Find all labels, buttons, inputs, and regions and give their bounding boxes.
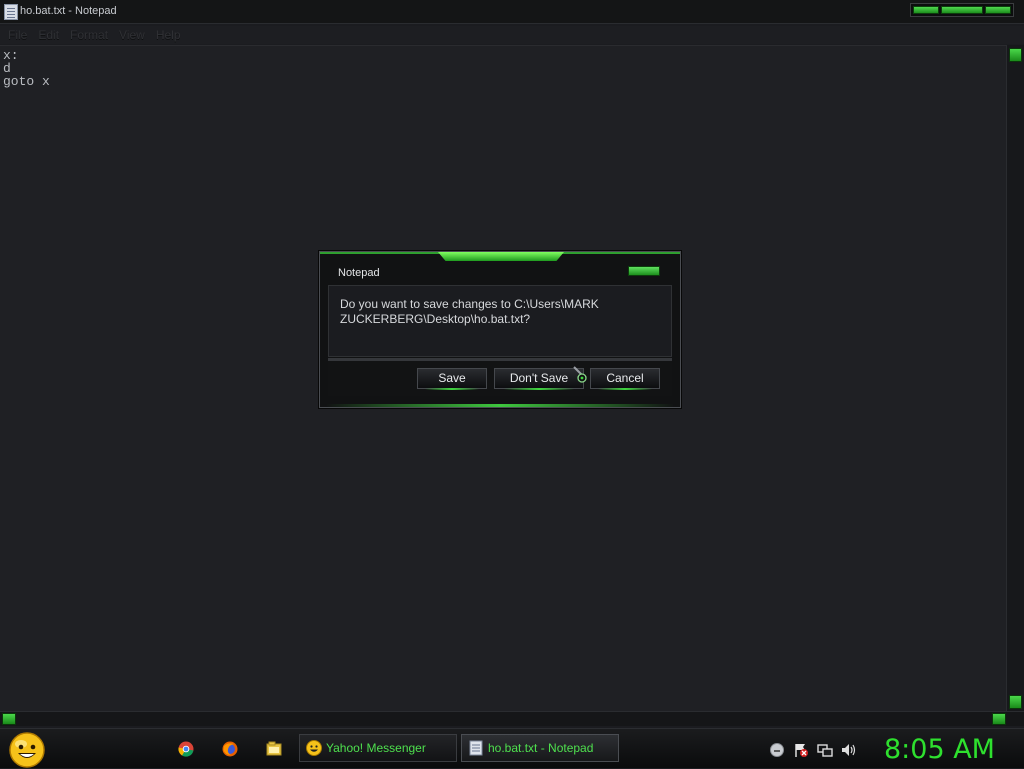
menu-bar: File Edit Format View Help <box>0 26 1024 44</box>
save-button[interactable]: Save <box>417 368 487 390</box>
dialog-message: Do you want to save changes to C:\Users\… <box>340 297 599 326</box>
start-button-smiley-icon[interactable] <box>8 731 46 769</box>
yahoo-messenger-icon <box>306 740 322 756</box>
menu-help[interactable]: Help <box>154 26 190 44</box>
firefox-icon[interactable] <box>222 741 238 757</box>
volume-icon[interactable] <box>841 742 857 758</box>
folder-icon[interactable] <box>266 741 282 757</box>
taskbar-item-notepad[interactable]: ho.bat.txt - Notepad <box>461 734 619 762</box>
chrome-icon[interactable] <box>178 741 194 757</box>
close-button[interactable] <box>985 6 1011 14</box>
dialog-close-button[interactable] <box>628 266 660 276</box>
horizontal-scrollbar[interactable] <box>0 711 1024 726</box>
dialog-glow-decoration <box>438 252 564 261</box>
scroll-up-button[interactable] <box>1009 48 1022 62</box>
task-label: ho.bat.txt - Notepad <box>488 741 594 755</box>
maximize-button[interactable] <box>940 6 984 14</box>
notepad-icon <box>469 740 483 756</box>
window-title: ho.bat.txt - Notepad <box>20 5 117 17</box>
messenger-status-icon[interactable] <box>769 742 785 758</box>
menu-edit[interactable]: Edit <box>36 26 68 44</box>
cancel-button[interactable]: Cancel <box>590 368 660 390</box>
action-center-flag-icon[interactable] <box>793 742 809 758</box>
vertical-scrollbar[interactable] <box>1006 45 1024 711</box>
window-title-bar[interactable]: ho.bat.txt - Notepad <box>0 0 1024 24</box>
scroll-left-button[interactable] <box>2 713 16 725</box>
menu-format[interactable]: Format <box>68 26 117 44</box>
clock[interactable]: 8:05 AM <box>884 734 995 765</box>
dialog-content: Do you want to save changes to C:\Users\… <box>328 285 672 357</box>
dont-save-button[interactable]: Don't Save <box>494 368 584 390</box>
task-label: Yahoo! Messenger <box>326 741 426 755</box>
dialog-title: Notepad <box>338 267 380 279</box>
scroll-right-button[interactable] <box>992 713 1006 725</box>
scroll-down-button[interactable] <box>1009 695 1022 709</box>
menu-file[interactable]: File <box>6 26 36 44</box>
save-changes-dialog: Notepad Do you want to save changes to C… <box>319 251 681 408</box>
minimize-button[interactable] <box>913 6 939 14</box>
network-icon[interactable] <box>817 742 833 758</box>
dialog-bottom-glow <box>326 404 674 407</box>
notepad-icon <box>4 4 18 20</box>
dialog-footer: Save Don't Save Cancel <box>328 358 672 396</box>
taskbar-item-yahoo-messenger[interactable]: Yahoo! Messenger <box>299 734 457 762</box>
editor-line: goto x <box>3 74 50 89</box>
window-controls <box>910 3 1014 17</box>
mouse-cursor-icon <box>573 366 587 383</box>
taskbar: Yahoo! Messenger ho.bat.txt - Notepad 8:… <box>0 728 1024 768</box>
menu-view[interactable]: View <box>117 26 154 44</box>
